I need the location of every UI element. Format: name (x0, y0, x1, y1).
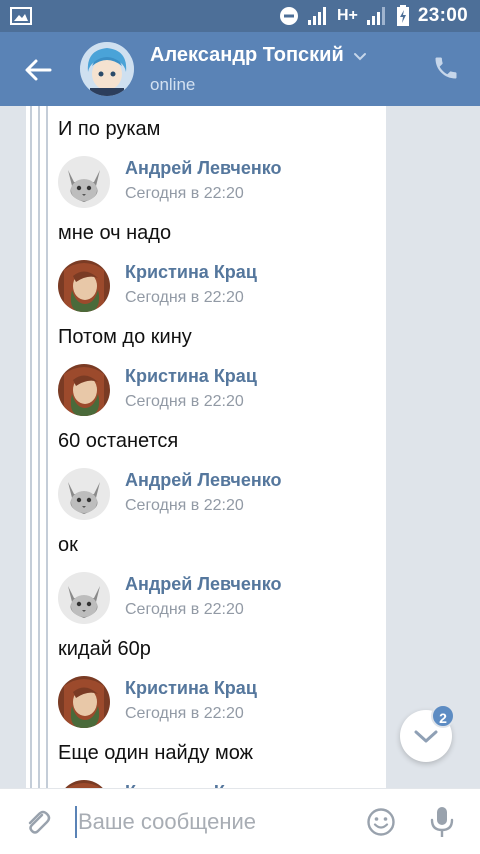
girl-avatar[interactable] (58, 364, 110, 416)
microphone-icon[interactable] (428, 805, 456, 839)
cat-avatar[interactable] (58, 468, 110, 520)
forwarded-author-row[interactable]: Кристина Крац Сегодня в 22:20 (58, 358, 378, 428)
signal-icon (307, 7, 326, 25)
anime-avatar-icon (80, 42, 134, 96)
message-text[interactable]: кидай 60р (58, 636, 378, 670)
message-timestamp: Сегодня в 22:20 (125, 601, 244, 618)
peer-name[interactable]: Александр Топский (150, 44, 344, 67)
message-text[interactable]: мне оч надо (58, 220, 378, 254)
peer-online-status: online (150, 75, 196, 94)
gallery-notification-icon (10, 7, 32, 25)
cat-avatar[interactable] (58, 156, 110, 208)
message-timestamp: Сегодня в 22:20 (125, 185, 244, 202)
message-text[interactable]: 60 останется (58, 428, 378, 462)
author-name[interactable]: Кристина Крац (125, 366, 257, 387)
back-arrow-icon[interactable] (22, 54, 54, 86)
network-type: H+ (336, 7, 358, 24)
message-text[interactable]: И по рукам (58, 116, 378, 150)
text-caret (75, 806, 77, 838)
forward-indent-line (30, 106, 32, 788)
message-composer (0, 788, 480, 854)
emoji-icon[interactable] (366, 807, 396, 837)
unread-count-badge: 2 (431, 704, 455, 728)
peer-avatar[interactable] (80, 42, 134, 96)
chevron-down-icon[interactable] (352, 48, 368, 64)
message-timestamp: Сегодня в 22:20 (125, 705, 244, 722)
forwarded-author-row[interactable]: Кристина Крац Сегодня в 22:20 (58, 670, 378, 740)
author-name[interactable]: Андрей Левченко (125, 470, 282, 491)
cat-avatar[interactable] (58, 572, 110, 624)
girl-avatar[interactable] (58, 260, 110, 312)
forwarded-author-row[interactable]: Кристина Крац Сегодня в 22:20 (58, 254, 378, 324)
clock: 23:00 (417, 5, 468, 26)
forwarded-author-row[interactable]: Андрей Левченко Сегодня в 22:20 (58, 150, 378, 220)
paperclip-icon[interactable] (22, 807, 52, 837)
forwarded-thread: И по рукам Андрей Левченко Сегодня в 22:20… (58, 116, 378, 788)
battery-charging-icon (396, 5, 409, 26)
message-timestamp: Сегодня в 22:20 (125, 289, 244, 306)
status-bar: H+ 23:00 (0, 0, 480, 32)
forwarded-author-row[interactable]: Кристина Крац (58, 774, 378, 788)
author-name[interactable]: Андрей Левченко (125, 574, 282, 595)
girl-avatar[interactable] (58, 676, 110, 728)
forward-indent-line (38, 106, 40, 788)
signal-icon-2 (366, 7, 385, 25)
author-name[interactable]: Кристина Крац (125, 678, 257, 699)
girl-avatar[interactable] (58, 780, 110, 788)
message-text[interactable]: Еще один найду мож (58, 740, 378, 774)
message-timestamp: Сегодня в 22:20 (125, 393, 244, 410)
forwarded-author-row[interactable]: Андрей Левченко Сегодня в 22:20 (58, 462, 378, 532)
message-input[interactable] (78, 803, 348, 841)
phone-call-icon[interactable] (432, 54, 460, 82)
message-timestamp: Сегодня в 22:20 (125, 497, 244, 514)
author-name[interactable]: Андрей Левченко (125, 158, 282, 179)
forwarded-author-row[interactable]: Андрей Левченко Сегодня в 22:20 (58, 566, 378, 636)
message-text[interactable]: ок (58, 532, 378, 566)
conversation-header: Александр Топский online (0, 32, 480, 106)
do-not-disturb-icon (279, 7, 298, 25)
message-list[interactable]: И по рукам Андрей Левченко Сегодня в 22:20… (0, 106, 480, 788)
author-name[interactable]: Кристина Крац (125, 262, 257, 283)
forward-indent-line (46, 106, 48, 788)
message-text[interactable]: Потом до кину (58, 324, 378, 358)
